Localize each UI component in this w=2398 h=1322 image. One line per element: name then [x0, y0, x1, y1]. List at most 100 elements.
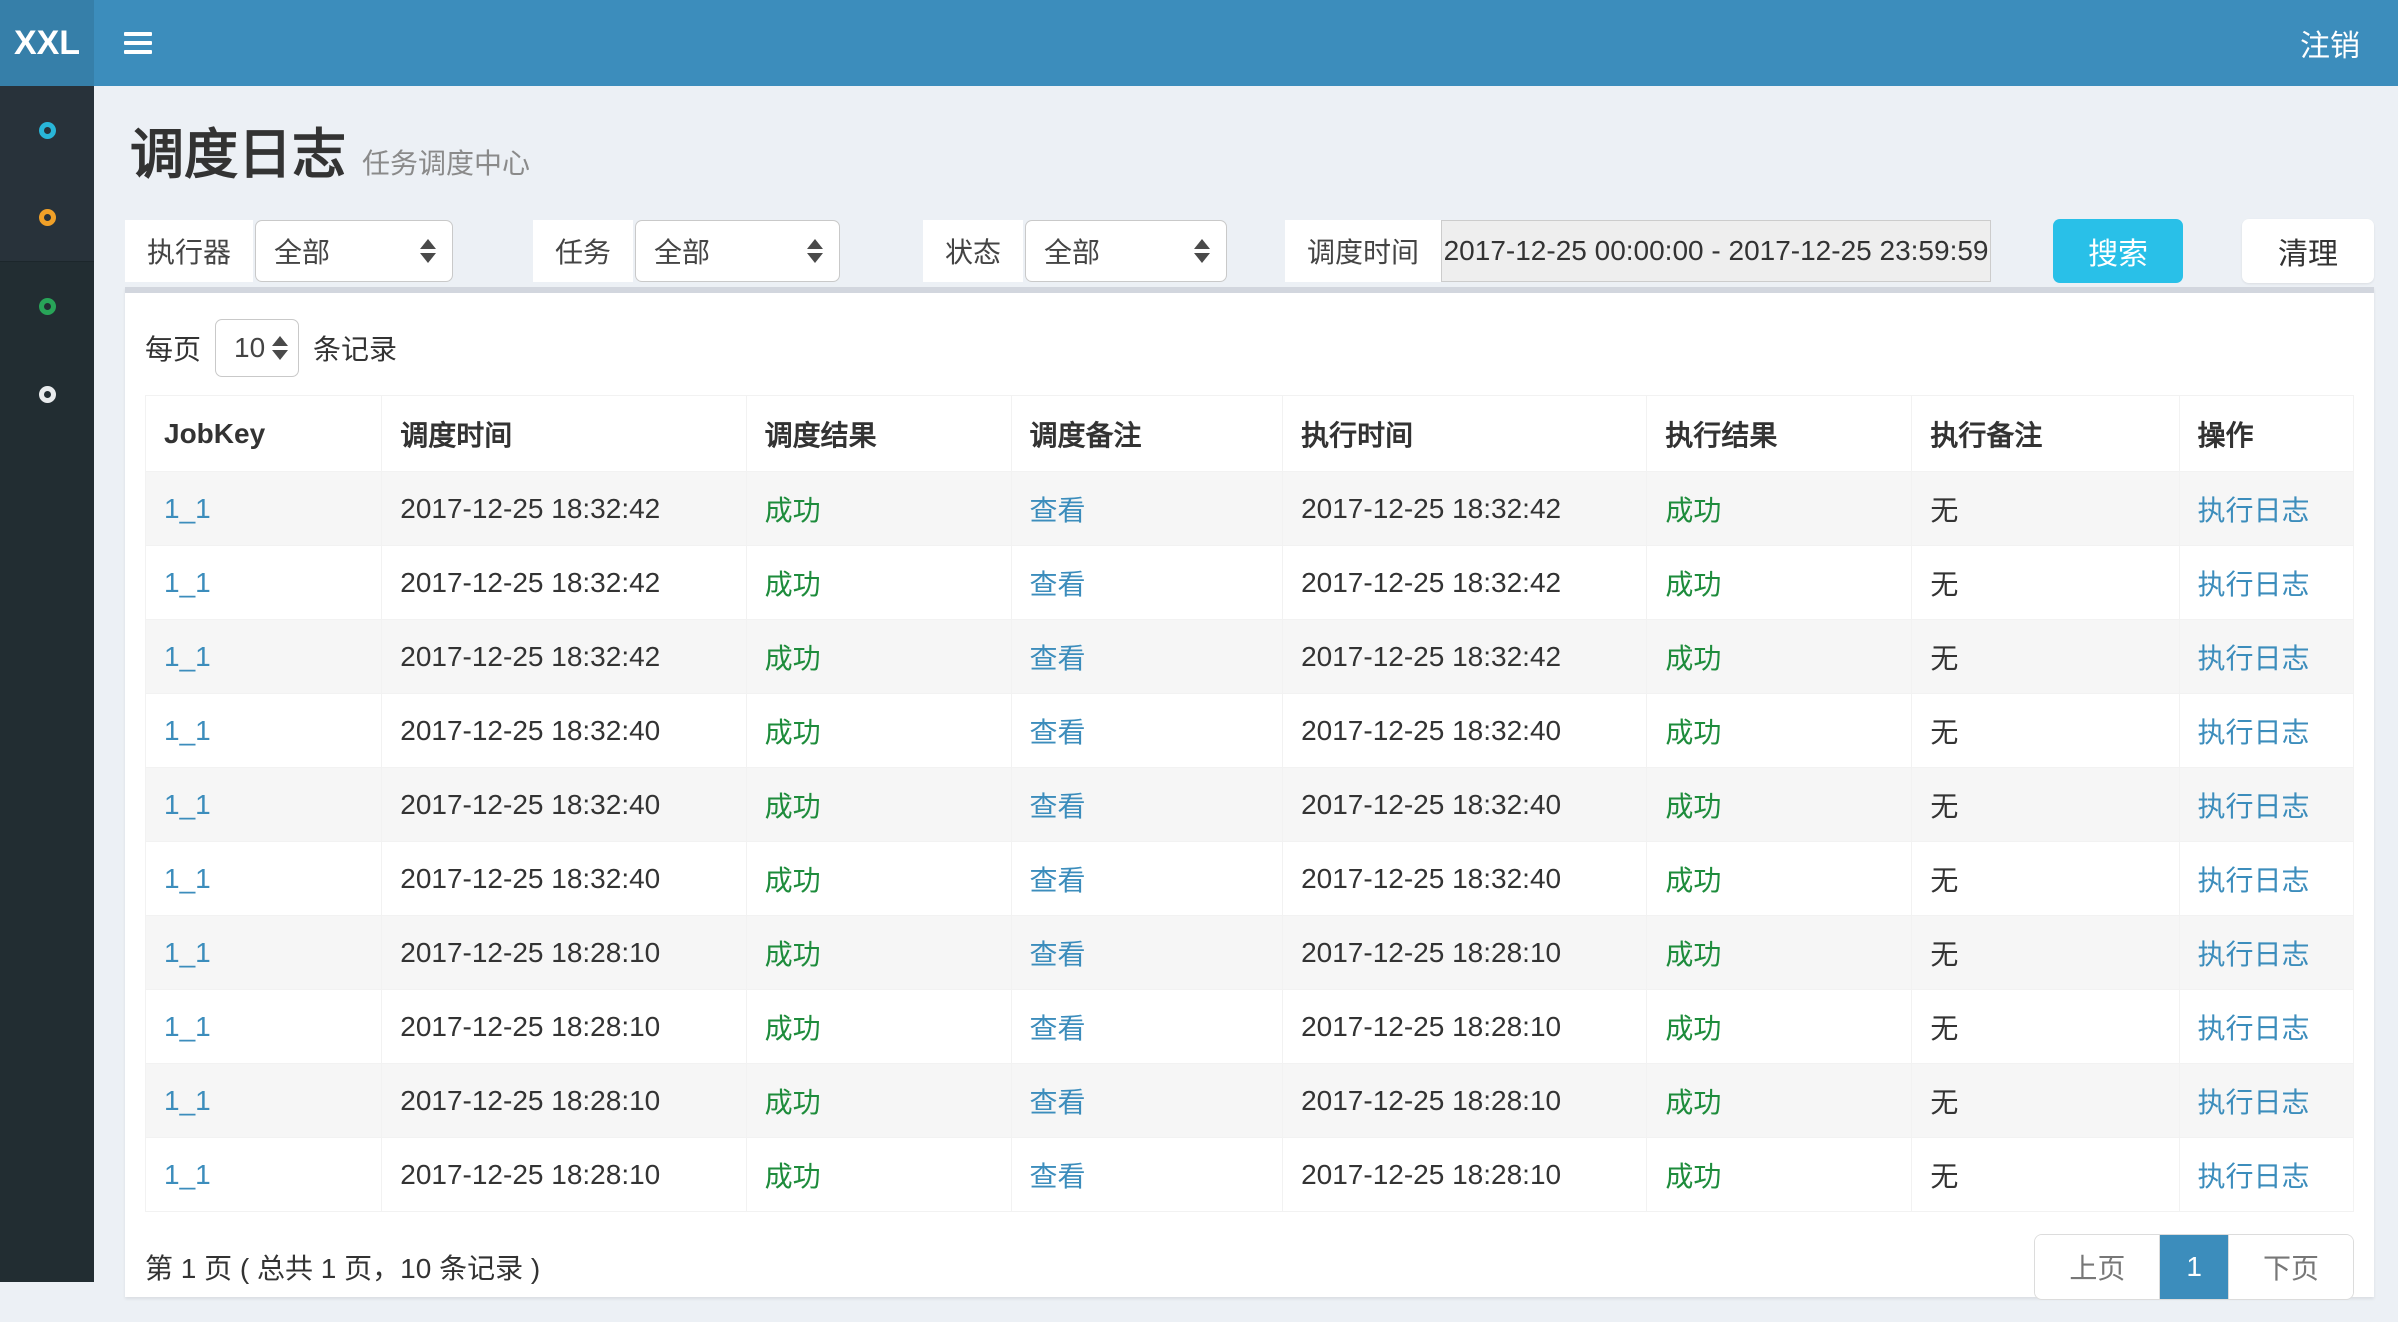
- clear-button[interactable]: 清理: [2242, 219, 2374, 283]
- handle-result-cell: 成功: [1665, 791, 1721, 822]
- jobkey-link[interactable]: 1_1: [164, 493, 211, 524]
- trigger-time-cell: 2017-12-25 18:28:10: [400, 937, 660, 968]
- trigger-time-cell: 2017-12-25 18:32:40: [400, 863, 660, 894]
- trigger-msg-link[interactable]: 查看: [1030, 1087, 1086, 1118]
- exec-log-link[interactable]: 执行日志: [2198, 865, 2310, 896]
- trigger-msg-link[interactable]: 查看: [1030, 865, 1086, 896]
- handle-msg-cell: 无: [1930, 939, 1958, 970]
- handle-time-cell: 2017-12-25 18:32:42: [1301, 641, 1561, 672]
- jobkey-link[interactable]: 1_1: [164, 567, 211, 598]
- table-row: 1_1 2017-12-25 18:28:10 成功 查看 2017-12-25…: [146, 1064, 2354, 1138]
- table-row: 1_1 2017-12-25 18:32:42 成功 查看 2017-12-25…: [146, 472, 2354, 546]
- column-header[interactable]: 执行备注: [1912, 396, 2179, 472]
- page-length-suffix: 条记录: [313, 328, 397, 368]
- date-range-input[interactable]: 2017-12-25 00:00:00 - 2017-12-25 23:59:5…: [1441, 220, 1991, 282]
- jobkey-link[interactable]: 1_1: [164, 1159, 211, 1190]
- trigger-time-filter-group: 调度时间 2017-12-25 00:00:00 - 2017-12-25 23…: [1285, 220, 1991, 282]
- filter-toolbar: 执行器 全部 任务 全部 状态 全部 调度时间 2017-12-25 00:00…: [125, 219, 2374, 283]
- handle-time-cell: 2017-12-25 18:32:40: [1301, 863, 1561, 894]
- jobkey-link[interactable]: 1_1: [164, 863, 211, 894]
- trigger-msg-link[interactable]: 查看: [1030, 569, 1086, 600]
- status-filter-label: 状态: [923, 220, 1023, 282]
- trigger-msg-link[interactable]: 查看: [1030, 1013, 1086, 1044]
- table-body: 1_1 2017-12-25 18:32:42 成功 查看 2017-12-25…: [146, 472, 2354, 1212]
- column-header[interactable]: 操作: [2179, 396, 2353, 472]
- column-header[interactable]: 执行时间: [1283, 396, 1647, 472]
- trigger-msg-link[interactable]: 查看: [1030, 643, 1086, 674]
- job-select[interactable]: 全部: [635, 220, 840, 282]
- trigger-msg-link[interactable]: 查看: [1030, 1161, 1086, 1192]
- handle-msg-cell: 无: [1930, 717, 1958, 748]
- trigger-time-filter-label: 调度时间: [1285, 220, 1441, 282]
- column-header[interactable]: 调度备注: [1011, 396, 1283, 472]
- handle-result-cell: 成功: [1665, 717, 1721, 748]
- column-header[interactable]: 执行结果: [1647, 396, 1912, 472]
- table-row: 1_1 2017-12-25 18:32:40 成功 查看 2017-12-25…: [146, 842, 2354, 916]
- next-page-button[interactable]: 下页: [2228, 1235, 2353, 1299]
- exec-log-link[interactable]: 执行日志: [2198, 569, 2310, 600]
- jobkey-link[interactable]: 1_1: [164, 715, 211, 746]
- select-arrows-icon: [1194, 239, 1210, 263]
- status-select-value: 全部: [1044, 231, 1100, 271]
- sidebar-toggle-icon[interactable]: [124, 32, 154, 54]
- circle-icon: [39, 122, 56, 139]
- status-select[interactable]: 全部: [1025, 220, 1227, 282]
- prev-page-button[interactable]: 上页: [2035, 1235, 2160, 1299]
- select-arrows-icon: [420, 239, 436, 263]
- exec-log-link[interactable]: 执行日志: [2198, 1013, 2310, 1044]
- trigger-result-cell: 成功: [765, 1013, 821, 1044]
- page-length-select[interactable]: 10: [215, 319, 299, 377]
- logout-button[interactable]: 注销: [2300, 21, 2360, 65]
- trigger-msg-link[interactable]: 查看: [1030, 495, 1086, 526]
- trigger-result-cell: 成功: [765, 1161, 821, 1192]
- trigger-result-cell: 成功: [765, 495, 821, 526]
- trigger-msg-link[interactable]: 查看: [1030, 717, 1086, 748]
- exec-log-link[interactable]: 执行日志: [2198, 1161, 2310, 1192]
- column-header[interactable]: 调度结果: [746, 396, 1011, 472]
- pagination: 上页 1 下页: [2034, 1234, 2354, 1300]
- status-filter-group: 状态 全部: [923, 220, 1227, 282]
- trigger-result-cell: 成功: [765, 717, 821, 748]
- trigger-msg-link[interactable]: 查看: [1030, 939, 1086, 970]
- exec-log-link[interactable]: 执行日志: [2198, 791, 2310, 822]
- handle-result-cell: 成功: [1665, 643, 1721, 674]
- jobkey-link[interactable]: 1_1: [164, 1085, 211, 1116]
- jobkey-link[interactable]: 1_1: [164, 641, 211, 672]
- trigger-result-cell: 成功: [765, 569, 821, 600]
- sidebar-item-4[interactable]: [0, 350, 94, 438]
- page-header: 调度日志 任务调度中心: [130, 110, 2374, 189]
- app-logo[interactable]: XXL: [0, 0, 94, 86]
- exec-log-link[interactable]: 执行日志: [2198, 717, 2310, 748]
- handle-msg-cell: 无: [1930, 1087, 1958, 1118]
- log-table-panel: 每页 10 条记录 JobKey调度时间调度结果调度备注执行时间执行结果执行备注…: [125, 287, 2374, 1297]
- exec-log-link[interactable]: 执行日志: [2198, 643, 2310, 674]
- column-header[interactable]: JobKey: [146, 396, 382, 472]
- exec-log-link[interactable]: 执行日志: [2198, 939, 2310, 970]
- jobkey-link[interactable]: 1_1: [164, 789, 211, 820]
- table-row: 1_1 2017-12-25 18:32:40 成功 查看 2017-12-25…: [146, 694, 2354, 768]
- trigger-time-cell: 2017-12-25 18:28:10: [400, 1011, 660, 1042]
- trigger-time-cell: 2017-12-25 18:32:42: [400, 641, 660, 672]
- sidebar-item-2[interactable]: [0, 174, 94, 262]
- exec-log-link[interactable]: 执行日志: [2198, 1087, 2310, 1118]
- exec-log-link[interactable]: 执行日志: [2198, 495, 2310, 526]
- executor-filter-group: 执行器 全部: [125, 220, 453, 282]
- jobkey-link[interactable]: 1_1: [164, 937, 211, 968]
- sidebar-menu: [0, 86, 94, 1282]
- trigger-time-cell: 2017-12-25 18:32:42: [400, 567, 660, 598]
- sidebar-item-1[interactable]: [0, 86, 94, 174]
- executor-select[interactable]: 全部: [255, 220, 453, 282]
- current-page-button[interactable]: 1: [2160, 1235, 2228, 1299]
- executor-select-value: 全部: [274, 231, 330, 271]
- search-button[interactable]: 搜索: [2053, 219, 2183, 283]
- trigger-msg-link[interactable]: 查看: [1030, 791, 1086, 822]
- column-header[interactable]: 调度时间: [382, 396, 746, 472]
- table-row: 1_1 2017-12-25 18:32:42 成功 查看 2017-12-25…: [146, 546, 2354, 620]
- table-footer: 第 1 页 ( 总共 1 页，10 条记录 ) 上页 1 下页: [145, 1212, 2354, 1322]
- page-title: 调度日志: [130, 110, 346, 189]
- sidebar-item-3[interactable]: [0, 262, 94, 350]
- handle-time-cell: 2017-12-25 18:28:10: [1301, 1011, 1561, 1042]
- handle-time-cell: 2017-12-25 18:28:10: [1301, 1085, 1561, 1116]
- top-navbar: XXL 注销: [0, 0, 2398, 86]
- jobkey-link[interactable]: 1_1: [164, 1011, 211, 1042]
